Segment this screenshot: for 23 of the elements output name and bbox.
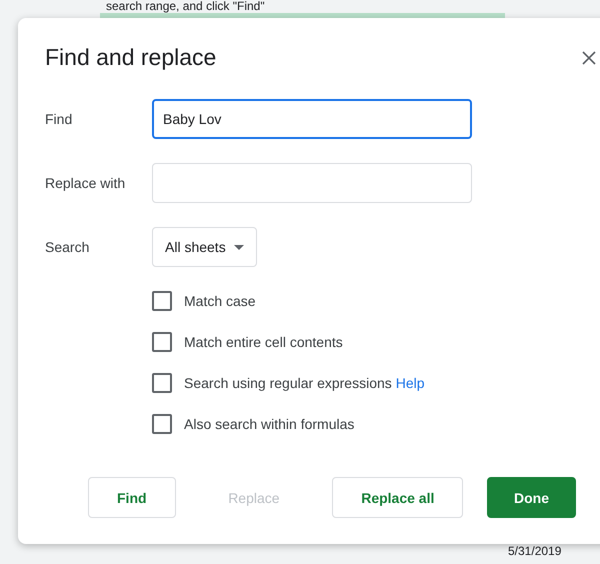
field-label: Find xyxy=(45,111,74,127)
option-label: Also search within formulas xyxy=(184,416,354,432)
checkbox[interactable] xyxy=(152,373,172,393)
option-label: Match entire cell contents xyxy=(184,334,343,350)
dialog-button[interactable]: Replace all xyxy=(332,477,464,518)
dialog-title: Find and replace xyxy=(45,44,216,71)
checkbox[interactable] xyxy=(152,291,172,311)
field-label: Search xyxy=(45,239,90,255)
done-button[interactable]: Done xyxy=(487,477,576,518)
option-label: Search using regular expressions xyxy=(184,375,392,391)
caret-icon xyxy=(234,244,244,250)
date-cell: 5/31/2019 xyxy=(508,544,562,558)
input-field[interactable] xyxy=(152,163,472,203)
search-dropdown[interactable]: All sheets xyxy=(152,227,257,267)
checkbox[interactable] xyxy=(152,414,172,434)
instruction-text: search range, and click "Find" xyxy=(105,0,265,13)
close-icon xyxy=(582,50,596,64)
option-label: Match case xyxy=(184,293,256,309)
input-field[interactable]: Baby Lov xyxy=(152,99,472,139)
dialog-button[interactable]: Find xyxy=(88,477,176,518)
checkbox[interactable] xyxy=(152,332,172,352)
field-label: Replace with xyxy=(45,175,126,191)
help-link[interactable]: Help xyxy=(396,375,425,391)
